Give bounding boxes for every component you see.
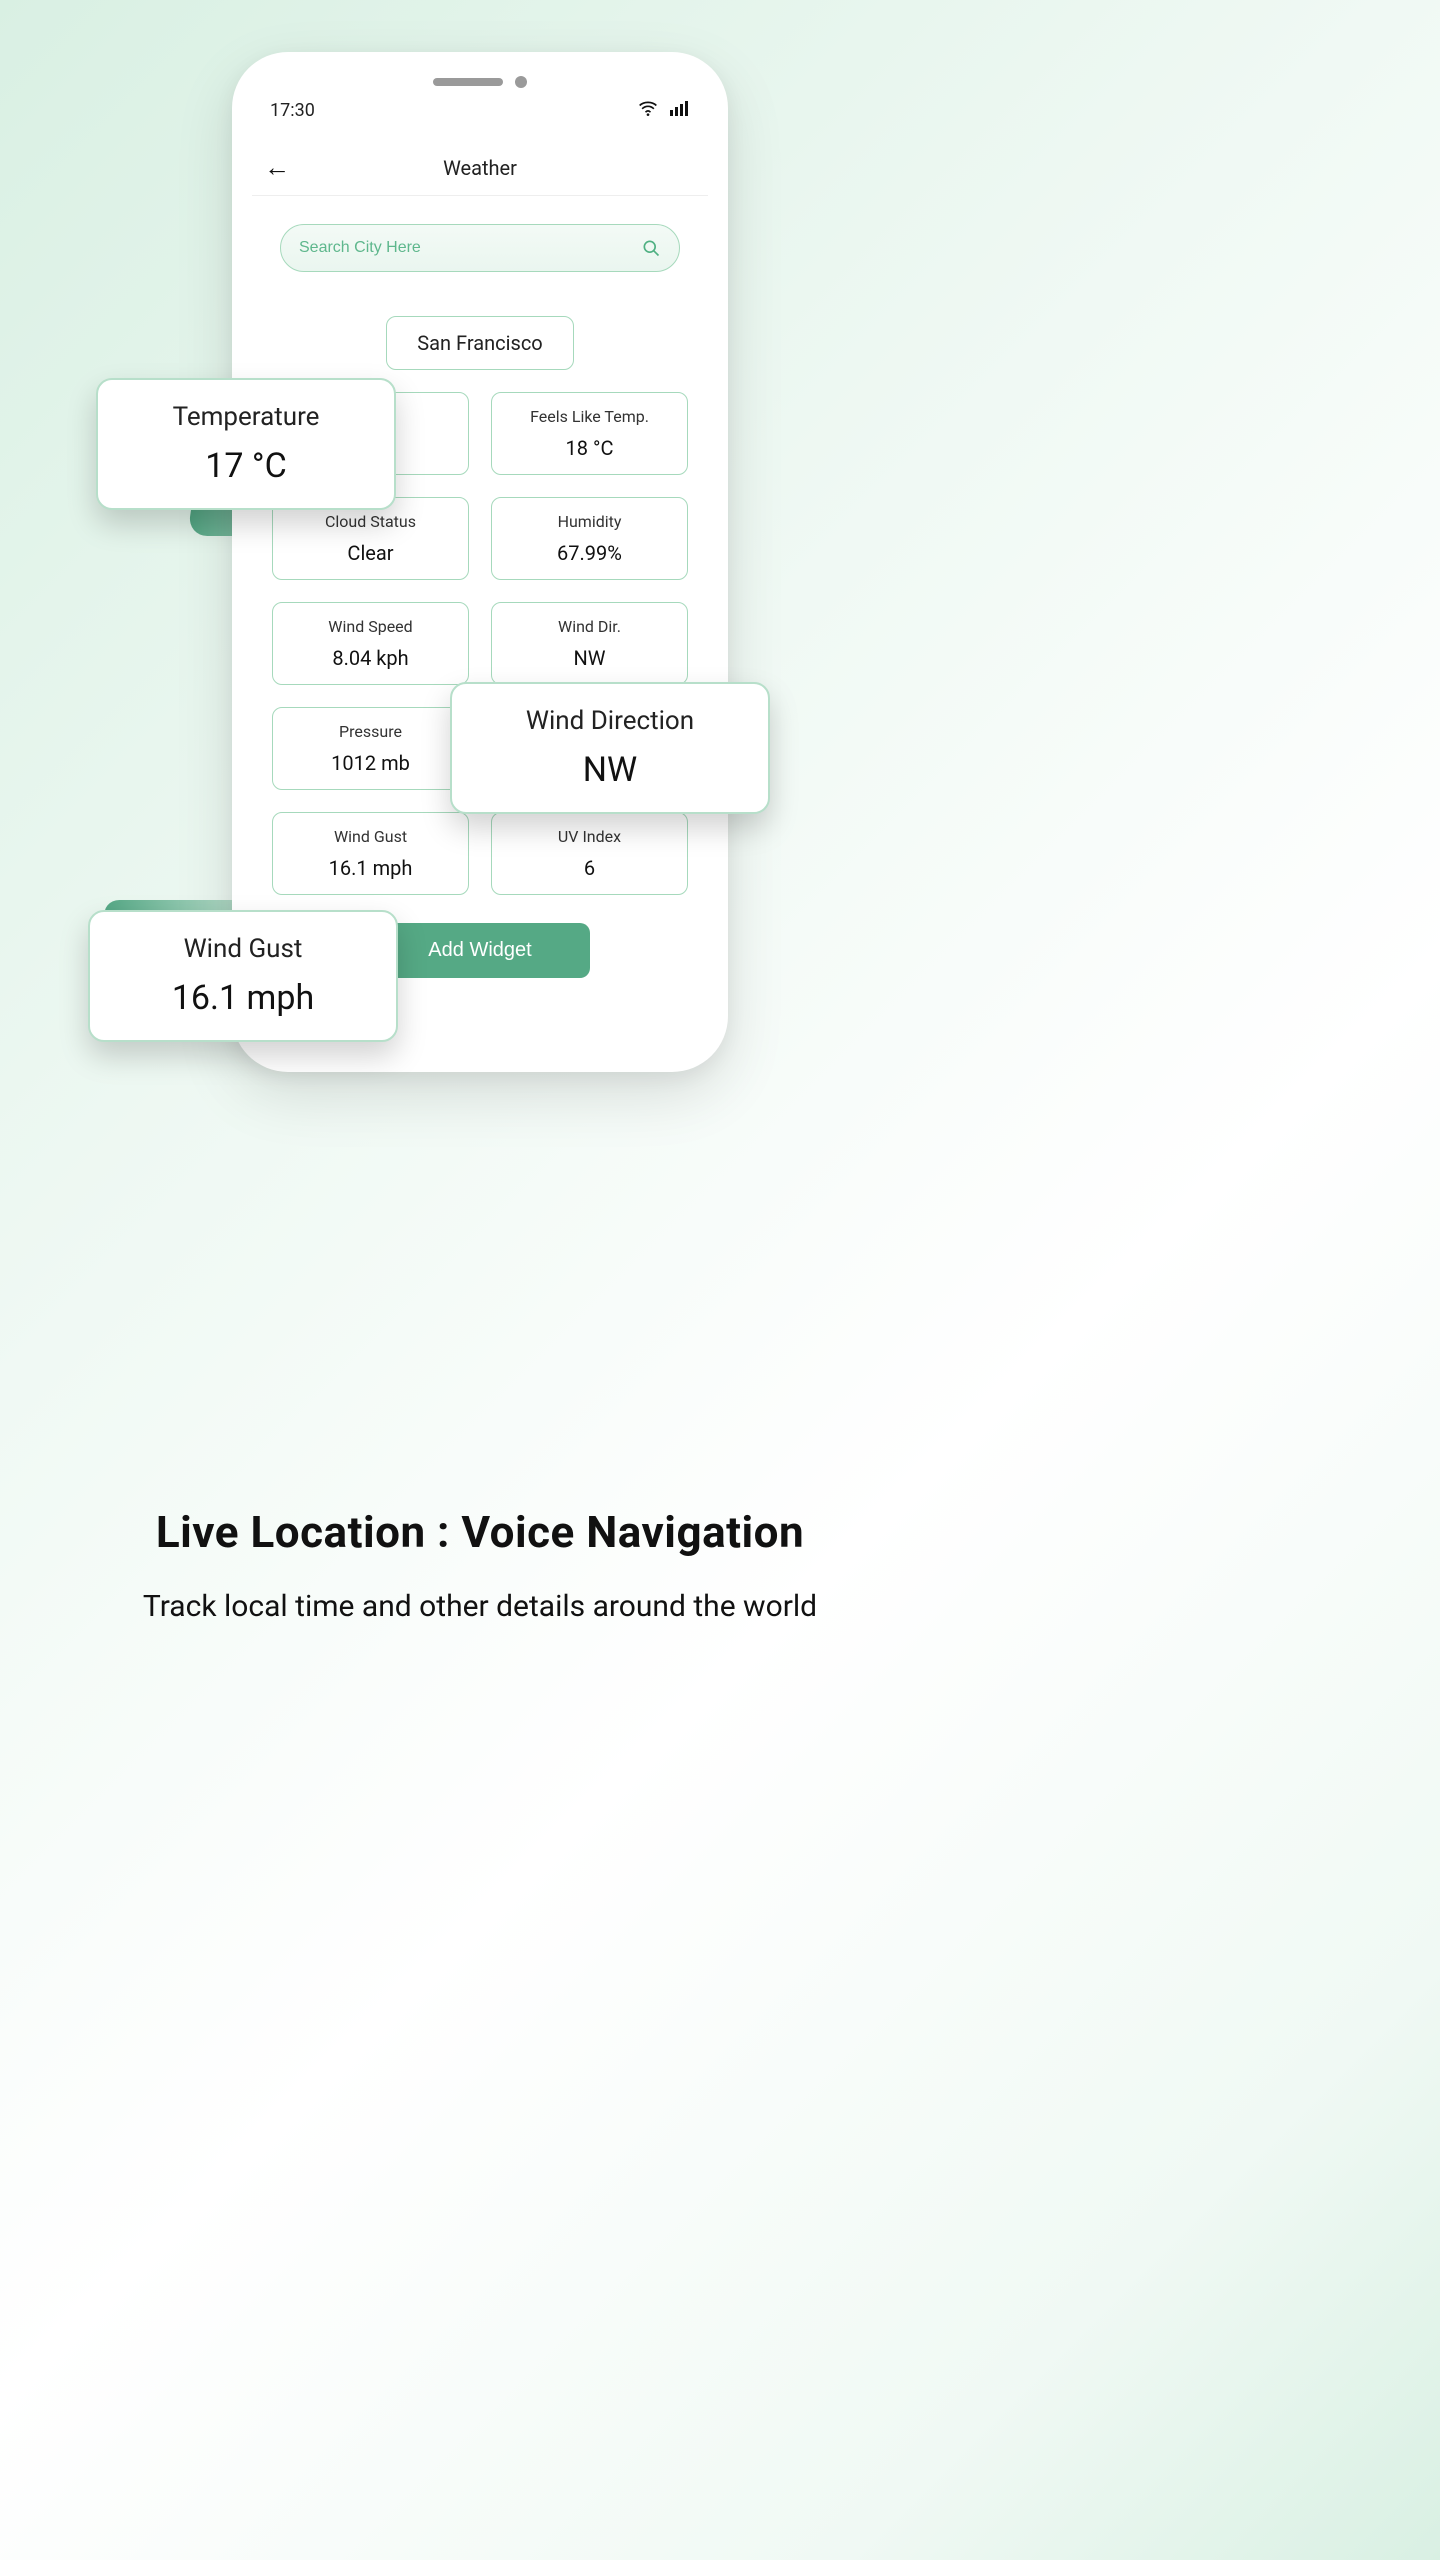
search-field[interactable]: [280, 224, 680, 272]
callout-value: NW: [482, 750, 738, 790]
marketing-title: Live Location : Voice Navigation: [30, 1506, 930, 1558]
status-bar: 17:30: [252, 100, 708, 121]
phone-notch: [252, 76, 708, 88]
signal-icon: [670, 100, 690, 121]
card-value: 18 °C: [498, 436, 681, 460]
callout-label: Wind Gust: [120, 934, 366, 964]
callout-label: Wind Direction: [482, 706, 738, 736]
card-feels-like: Feels Like Temp. 18 °C: [491, 392, 688, 475]
callout-temperature: Temperature 17 °C: [96, 378, 396, 510]
card-value: 67.99%: [498, 541, 681, 565]
search-icon[interactable]: [641, 238, 661, 258]
city-chip[interactable]: San Francisco: [386, 316, 573, 370]
status-time: 17:30: [270, 100, 315, 121]
callout-value: 16.1 mph: [120, 978, 366, 1018]
card-label: Cloud Status: [279, 512, 462, 531]
search-input[interactable]: [299, 239, 641, 257]
card-label: UV Index: [498, 827, 681, 846]
card-wind-gust: Wind Gust 16.1 mph: [272, 812, 469, 895]
page-title: Weather: [443, 156, 517, 180]
card-label: Feels Like Temp.: [498, 407, 681, 426]
callout-wind-direction: Wind Direction NW: [450, 682, 770, 814]
card-humidity: Humidity 67.99%: [491, 497, 688, 580]
card-label: Humidity: [498, 512, 681, 531]
card-wind-dir: Wind Dir. NW: [491, 602, 688, 685]
callout-wind-gust: Wind Gust 16.1 mph: [88, 910, 398, 1042]
card-pressure: Pressure 1012 mb: [272, 707, 469, 790]
card-label: Pressure: [279, 722, 462, 741]
back-arrow-icon[interactable]: ←: [264, 155, 290, 181]
card-wind-speed: Wind Speed 8.04 kph: [272, 602, 469, 685]
card-value: 6: [498, 856, 681, 880]
card-value: 16.1 mph: [279, 856, 462, 880]
app-header: ← Weather: [252, 155, 708, 196]
card-label: Wind Gust: [279, 827, 462, 846]
marketing-copy: Live Location : Voice Navigation Track l…: [0, 1506, 960, 1629]
card-value: NW: [498, 646, 681, 670]
card-uv-index: UV Index 6: [491, 812, 688, 895]
card-value: Clear: [279, 541, 462, 565]
front-camera: [515, 76, 527, 88]
callout-value: 17 °C: [128, 446, 364, 486]
wifi-icon: [638, 100, 658, 121]
callout-label: Temperature: [128, 402, 364, 432]
add-widget-button[interactable]: Add Widget: [370, 923, 589, 978]
card-value: 1012 mb: [279, 751, 462, 775]
marketing-subtitle: Track local time and other details aroun…: [30, 1584, 930, 1629]
speaker-slot: [433, 78, 503, 86]
card-label: Wind Dir.: [498, 617, 681, 636]
card-value: 8.04 kph: [279, 646, 462, 670]
card-label: Wind Speed: [279, 617, 462, 636]
